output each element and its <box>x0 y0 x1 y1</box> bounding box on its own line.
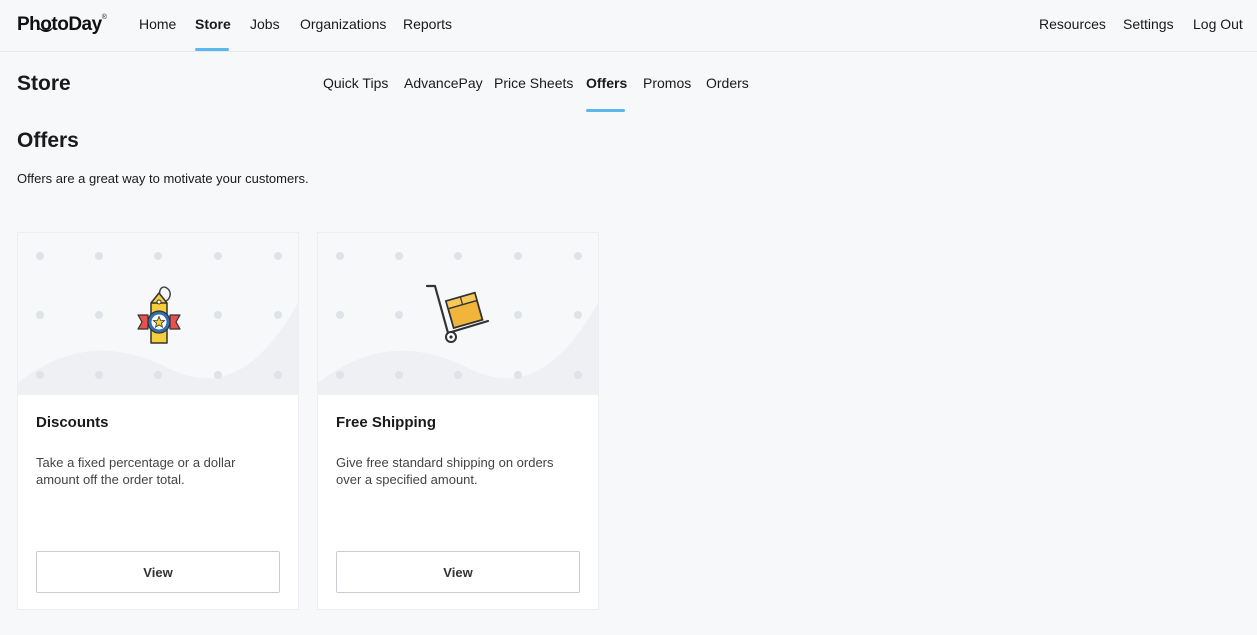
subnav-advancepay[interactable]: AdvancePay <box>404 75 483 91</box>
nav-home[interactable]: Home <box>139 16 176 32</box>
subnav-offers[interactable]: Offers <box>586 75 627 91</box>
nav-reports[interactable]: Reports <box>403 16 452 32</box>
photoday-logo[interactable]: PhotoDay® <box>17 14 107 36</box>
section-title: Store <box>17 72 71 95</box>
card-body: Discounts Take a fixed percentage or a d… <box>18 395 298 609</box>
top-navigation: PhotoDay® Home Store Jobs Organizations … <box>0 0 1257 52</box>
nav-store[interactable]: Store <box>195 16 231 32</box>
subnav-quick-tips[interactable]: Quick Tips <box>323 75 388 91</box>
page-title: Offers <box>17 129 79 152</box>
hand-truck-icon <box>425 284 490 343</box>
card-title: Free Shipping <box>336 414 437 431</box>
nav-settings[interactable]: Settings <box>1123 16 1174 32</box>
logo-text: PhotoDay <box>17 14 102 35</box>
subnav-orders[interactable]: Orders <box>706 75 749 91</box>
discounts-card: Discounts Take a fixed percentage or a d… <box>17 232 299 610</box>
card-title: Discounts <box>36 414 109 431</box>
subnav-active-indicator <box>586 109 625 112</box>
discounts-view-button[interactable]: View <box>36 551 280 593</box>
nav-log-out[interactable]: Log Out <box>1193 16 1243 32</box>
subnav-promos[interactable]: Promos <box>643 75 691 91</box>
card-body: Free Shipping Give free standard shippin… <box>318 395 598 609</box>
nav-organizations[interactable]: Organizations <box>300 16 386 32</box>
card-hero <box>18 233 298 395</box>
page-description: Offers are a great way to motivate your … <box>17 171 309 186</box>
card-description: Give free standard shipping on orders ov… <box>336 455 554 487</box>
subnav-price-sheets[interactable]: Price Sheets <box>494 75 573 91</box>
nav-active-indicator <box>195 48 229 51</box>
free-shipping-view-button[interactable]: View <box>336 551 580 593</box>
discount-tag-icon <box>137 286 181 344</box>
free-shipping-card: Free Shipping Give free standard shippin… <box>317 232 599 610</box>
card-description: Take a fixed percentage or a dollar amou… <box>36 455 236 487</box>
card-hero <box>318 233 598 395</box>
nav-jobs[interactable]: Jobs <box>250 16 280 32</box>
logo-registered-mark: ® <box>101 14 107 21</box>
nav-resources[interactable]: Resources <box>1039 16 1106 32</box>
